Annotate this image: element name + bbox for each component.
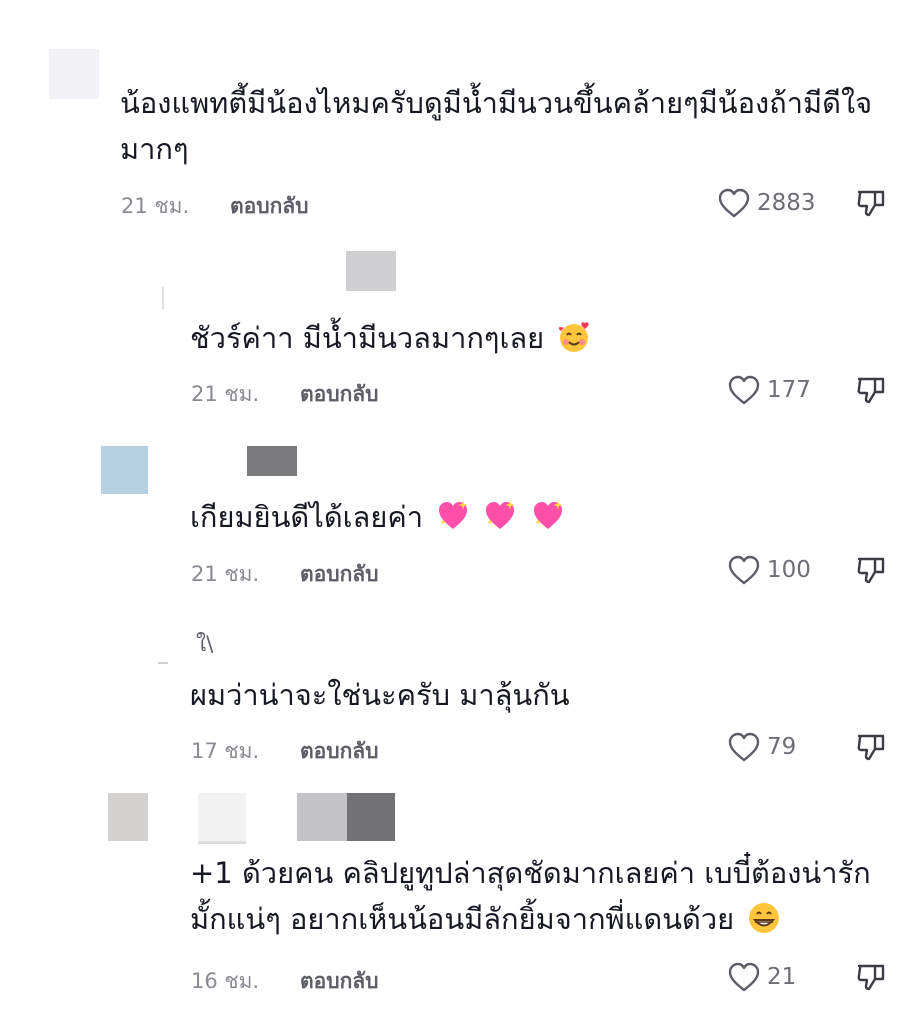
reply-name-redaction (247, 446, 297, 476)
reply-avatar[interactable] (162, 287, 176, 309)
dislike-button[interactable] (855, 374, 887, 406)
reply-name-redaction (347, 793, 395, 841)
reply-text-body: ชัวร์ค่าา มีน้ำมีนวลมากๆเลย (190, 321, 545, 355)
like-button[interactable]: 21 (727, 961, 796, 993)
reply-time: 17 ชม. (191, 739, 260, 763)
heart-outline-icon (717, 187, 751, 219)
comment-avatar[interactable] (49, 49, 99, 99)
reply-button[interactable]: ตอบกลับ (300, 965, 379, 998)
smiling-face-with-hearts-emoji (557, 320, 591, 354)
sparkling-heart-emoji (531, 499, 565, 533)
dislike-button[interactable] (855, 187, 887, 219)
reply-button[interactable]: ตอบกลับ (300, 558, 379, 591)
like-count: 21 (767, 964, 797, 990)
like-button[interactable]: 2883 (717, 187, 816, 219)
reply-username[interactable]: ใ\ (196, 628, 213, 661)
comment-text: น้องแพทตี้มีน้องไหมครับดูมีน้ำมีนวนขึ้นค… (120, 86, 873, 166)
heart-outline-icon (727, 554, 761, 586)
dislike-button[interactable] (855, 731, 887, 763)
dislike-button[interactable] (855, 554, 887, 586)
reply-text: เกียมยินดีได้เลยค่า (190, 494, 890, 540)
heart-outline-icon (727, 731, 761, 763)
dislike-button[interactable] (855, 961, 887, 993)
like-count: 2883 (757, 190, 816, 216)
reply-avatar[interactable] (108, 793, 148, 841)
reply-text: ชัวร์ค่าา มีน้ำมีนวลมากๆเลย (190, 315, 890, 361)
heart-outline-icon (727, 374, 761, 406)
reply-text: +1 ด้วยคน คลิปยูทูปล่าสุดชัดมากเลยค่า เบ… (190, 850, 890, 942)
like-button[interactable]: 79 (727, 731, 796, 763)
heart-outline-icon (727, 961, 761, 993)
reply-avatar[interactable] (101, 446, 148, 494)
reply-name-redaction (198, 793, 246, 844)
thumbs-down-outline-icon (857, 557, 885, 584)
like-button[interactable]: 177 (727, 374, 811, 406)
reply-time: 16 ชม. (191, 969, 260, 993)
thumbs-down-outline-icon (857, 377, 885, 404)
sparkling-heart-emoji (436, 499, 470, 533)
reply-name-redaction (297, 793, 347, 841)
reply-name-redaction (346, 251, 396, 291)
reply-text: ผมว่าน่าจะใช่นะครับ มาลุ้นกัน (190, 678, 570, 712)
grinning-face-emoji (747, 901, 781, 935)
reply-button[interactable]: ตอบกลับ (230, 190, 309, 223)
reply-text-body: เกียมยินดีได้เลยค่า (190, 500, 424, 534)
reply-button[interactable]: ตอบกลับ (300, 378, 379, 411)
reply-time: 21 ชม. (191, 562, 260, 586)
like-count: 79 (767, 734, 797, 760)
sparkling-heart-emoji (483, 499, 517, 533)
thumbs-down-outline-icon (857, 734, 885, 761)
thumbs-down-outline-icon (857, 190, 885, 217)
reply-avatar[interactable] (158, 662, 168, 672)
comment-time: 21 ชม. (121, 194, 190, 218)
reply-time: 21 ชม. (191, 382, 260, 406)
like-button[interactable]: 100 (727, 554, 811, 586)
like-count: 177 (767, 377, 811, 403)
reply-button[interactable]: ตอบกลับ (300, 735, 379, 768)
thumbs-down-outline-icon (857, 964, 885, 991)
like-count: 100 (767, 557, 811, 583)
